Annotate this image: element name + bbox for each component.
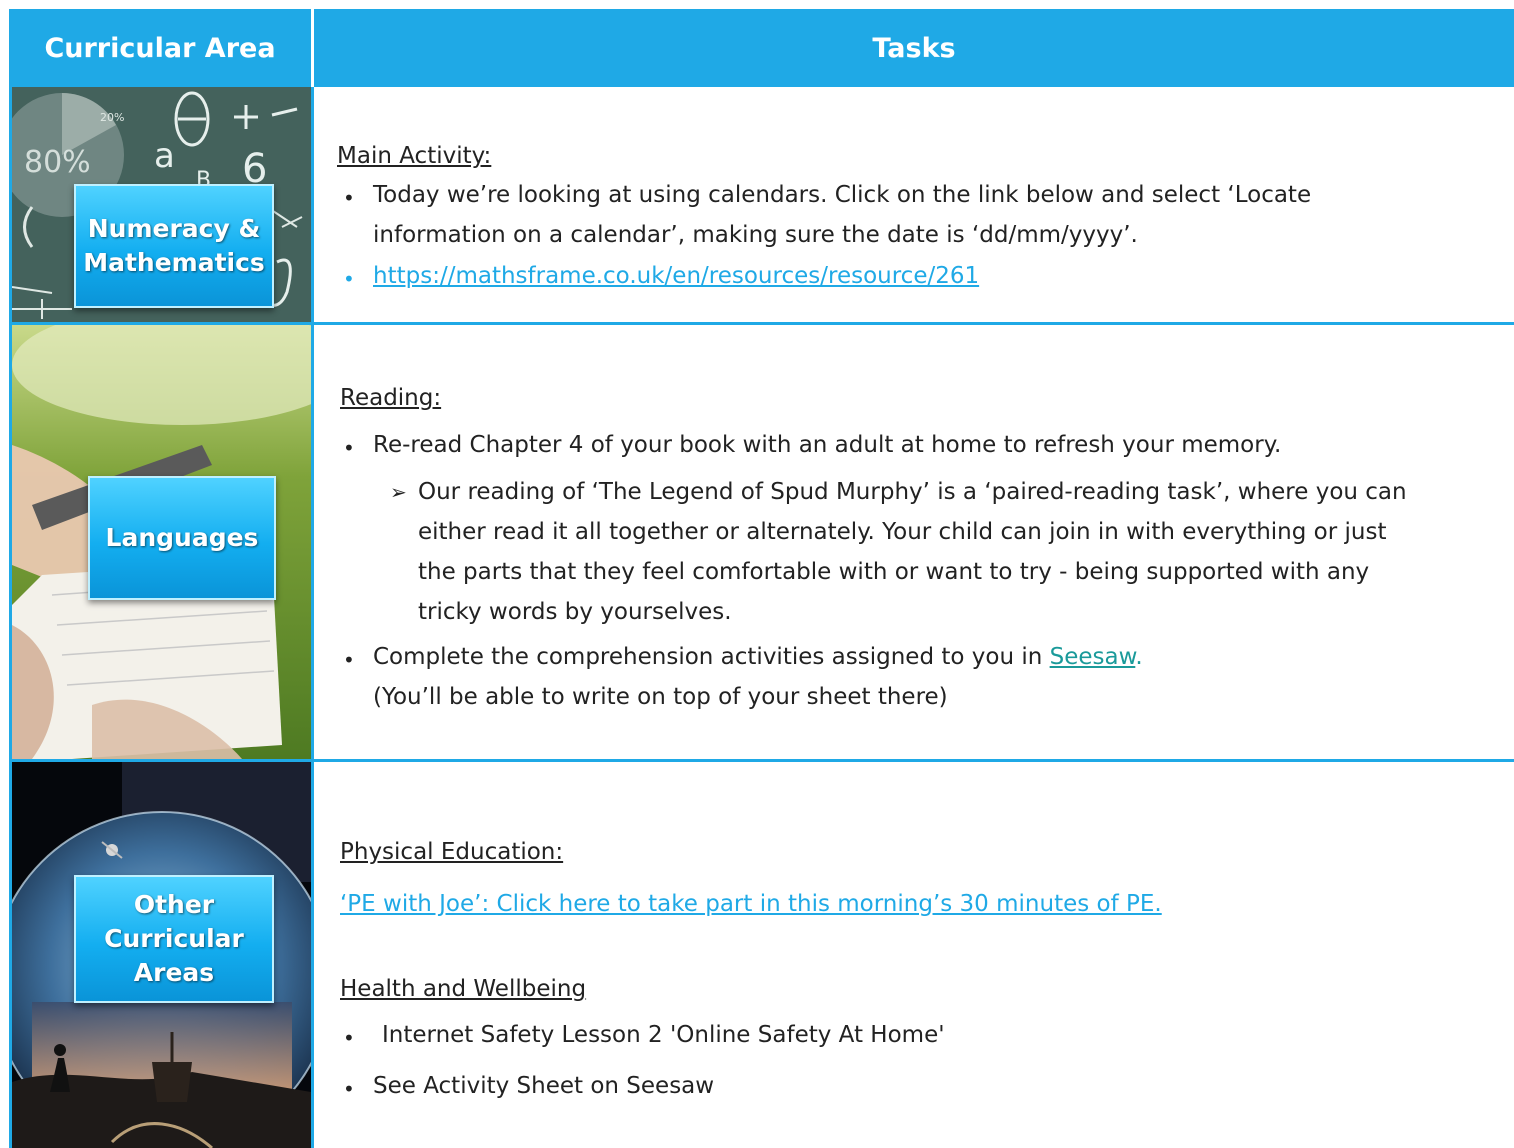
internet-safety-task: Internet Safety Lesson 2 'Online Safety … [382, 1022, 945, 1048]
paired-reading-line1: Our reading of ‘The Legend of Spud Murph… [418, 479, 1407, 505]
languages-tasks: Reading: • Re-read Chapter 4 of your boo… [314, 325, 1514, 759]
calendar-task-line1: Today we’re looking at using calendars. … [373, 182, 1312, 208]
bullet: • [343, 436, 355, 460]
comprehension-task: Complete the comprehension activities as… [373, 637, 1143, 677]
bullet: • [343, 186, 355, 210]
seesaw-link[interactable]: Seesaw [1050, 644, 1136, 670]
bullet: • [343, 648, 355, 672]
other-areas-label: Other Curricular Areas [74, 875, 274, 1003]
health-wellbeing-heading: Health and Wellbeing [340, 976, 587, 1002]
other-label-line3: Areas [133, 958, 215, 987]
bullet: • [343, 1026, 355, 1050]
pe-with-joe-link[interactable]: ‘PE with Joe’: Click here to take part i… [340, 884, 1162, 924]
activity-sheet-task: See Activity Sheet on Seesaw [373, 1073, 715, 1099]
numeracy-label: Numeracy & Mathematics [74, 184, 274, 308]
mathsframe-link[interactable]: https://mathsframe.co.uk/en/resources/re… [373, 256, 979, 296]
other-label-line1: Other [133, 890, 215, 919]
svg-text:a: a [154, 136, 175, 176]
reread-task: Re-read Chapter 4 of your book with an a… [373, 432, 1282, 458]
numeracy-label-line2: Mathematics [83, 248, 265, 277]
calendar-task-line2: information on a calendar’, making sure … [373, 222, 1138, 248]
tasks-header: Tasks [872, 32, 956, 64]
paired-reading-line3: the parts that they feel comfortable wit… [418, 559, 1370, 585]
languages-label-text: Languages [105, 523, 259, 552]
paired-reading-line2: either read it all together or alternate… [418, 519, 1387, 545]
comprehension-text: Complete the comprehension activities as… [373, 644, 1050, 670]
numeracy-tasks: Main Activity: • Today we’re looking at … [314, 87, 1514, 322]
physical-education-heading: Physical Education: [340, 839, 564, 865]
paired-reading-line4: tricky words by yourselves. [418, 599, 732, 625]
bullet: • [343, 267, 355, 291]
arrow-bullet-icon: ➢ [390, 480, 407, 504]
timetable: Curricular Area Tasks 80% 20% a 6 B Nume… [9, 9, 1514, 1148]
table-header: Curricular Area Tasks [9, 9, 1514, 87]
reading-heading: Reading: [340, 385, 442, 411]
svg-text:20%: 20% [100, 111, 124, 124]
svg-text:80%: 80% [24, 145, 91, 180]
comprehension-note: (You’ll be able to write on top of your … [373, 684, 948, 710]
bullet: • [343, 1077, 355, 1101]
main-activity-heading: Main Activity: [337, 143, 492, 169]
other-label-line2: Curricular [104, 924, 244, 953]
seesaw-link-period: . [1135, 644, 1143, 670]
curricular-area-header: Curricular Area [44, 32, 276, 64]
languages-label: Languages [88, 476, 276, 600]
numeracy-label-line1: Numeracy & [87, 214, 261, 243]
other-areas-tasks: Physical Education: ‘PE with Joe’: Click… [314, 762, 1514, 1148]
